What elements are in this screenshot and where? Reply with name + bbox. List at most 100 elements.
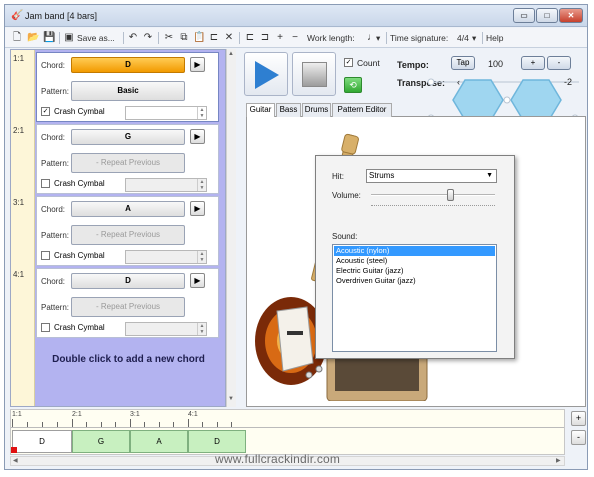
crash-cymbal-checkbox[interactable] bbox=[41, 179, 50, 188]
sound-list[interactable]: Acoustic (nylon) Acoustic (steel) Electr… bbox=[332, 244, 497, 352]
scroll-right-icon[interactable]: ▶ bbox=[556, 457, 561, 464]
play-button[interactable] bbox=[244, 52, 288, 96]
scroll-down-icon[interactable]: ▼ bbox=[228, 396, 234, 402]
save-icon[interactable]: 💾 bbox=[43, 31, 55, 45]
redo-icon[interactable]: ↷ bbox=[142, 31, 154, 45]
chord-card[interactable]: Chord: D ▶ Pattern: - Repeat Previous Cr… bbox=[36, 268, 219, 338]
open-folder-icon[interactable]: 📂 bbox=[27, 31, 39, 45]
scroll-left-icon[interactable]: ◀ bbox=[13, 457, 18, 464]
stepper-arrows-icon[interactable]: ▲ ▼ bbox=[197, 107, 206, 119]
bar-gutter bbox=[11, 50, 35, 406]
play-chord-button[interactable]: ▶ bbox=[190, 57, 205, 72]
help-menu[interactable]: Help bbox=[486, 31, 503, 45]
tab-bass[interactable]: Bass bbox=[276, 103, 301, 117]
chord-card[interactable]: Chord: A ▶ Pattern: - Repeat Previous Cr… bbox=[36, 196, 219, 266]
pattern-selector[interactable]: - Repeat Previous bbox=[71, 297, 185, 317]
paste-icon[interactable]: 📋 bbox=[193, 31, 205, 45]
chord-selector[interactable]: A bbox=[71, 201, 185, 217]
zoom-in-button[interactable]: + bbox=[571, 411, 586, 426]
zoom-out-button[interactable]: - bbox=[571, 430, 586, 445]
timeline-chord-block[interactable]: D bbox=[188, 430, 246, 453]
chord-card[interactable]: Chord: G ▶ Pattern: - Repeat Previous Cr… bbox=[36, 124, 219, 194]
count-checkbox[interactable]: ✓ bbox=[344, 58, 353, 67]
pattern-selector[interactable]: Basic bbox=[71, 81, 185, 101]
chord-label: Chord: bbox=[41, 205, 66, 214]
crash-cymbal-stepper[interactable]: ▲ ▼ bbox=[125, 178, 207, 192]
add-icon[interactable]: + bbox=[274, 31, 286, 45]
crash-cymbal-stepper[interactable]: ▲ ▼ bbox=[125, 322, 207, 336]
playhead-marker[interactable] bbox=[11, 447, 17, 453]
loop-button[interactable]: ⟲ bbox=[344, 77, 362, 93]
crash-cymbal-stepper[interactable]: ▲ ▼ bbox=[125, 106, 207, 120]
transpose-slider-thumb[interactable]: ‹ bbox=[457, 77, 460, 87]
undo-icon[interactable]: ↶ bbox=[127, 31, 139, 45]
toolbar-separator bbox=[123, 32, 124, 44]
stop-button[interactable] bbox=[292, 52, 336, 96]
title-bar: 🎸 Jam band [4 bars] ▭ □ ✕ bbox=[5, 5, 587, 27]
chord-selector[interactable]: D bbox=[71, 273, 185, 289]
timeline-chord-block[interactable]: D bbox=[12, 430, 72, 453]
chord-card[interactable]: Chord: D ▶ Pattern: Basic ✓ Crash Cymbal… bbox=[36, 52, 219, 122]
chord-list[interactable]: 1:1 Chord: D ▶ Pattern: Basic ✓ Crash Cy… bbox=[10, 49, 226, 407]
add-chord-hint[interactable]: Double click to add a new chord bbox=[41, 354, 216, 365]
minimize-button[interactable]: ▭ bbox=[513, 8, 535, 23]
chord-label: Chord: bbox=[41, 61, 66, 70]
copy-icon[interactable]: ⧉ bbox=[178, 31, 190, 45]
chord-selector[interactable]: G bbox=[71, 129, 185, 145]
insert-chord-icon[interactable]: ⊏ bbox=[208, 31, 220, 45]
tab-pattern-editor[interactable]: Pattern Editor bbox=[332, 103, 392, 117]
hit-dropdown[interactable]: Strums ▼ bbox=[366, 169, 497, 183]
stepper-arrows-icon[interactable]: ▲ ▼ bbox=[197, 251, 206, 263]
time-signature-dropdown[interactable]: 4/4 bbox=[457, 31, 469, 45]
timeline-chord-block[interactable]: G bbox=[72, 430, 130, 453]
volume-slider-thumb[interactable] bbox=[447, 189, 455, 201]
delete-icon[interactable]: ✕ bbox=[223, 31, 235, 45]
bar-number: 4:1 bbox=[13, 270, 25, 279]
cut-icon[interactable]: ✂ bbox=[163, 31, 175, 45]
crash-cymbal-checkbox[interactable] bbox=[41, 251, 50, 260]
stepper-arrows-icon[interactable]: ▲ ▼ bbox=[197, 323, 206, 335]
insert-after-icon[interactable]: ⊐ bbox=[259, 31, 271, 45]
timeline-chord-block[interactable]: A bbox=[130, 430, 188, 453]
chord-list-scrollbar[interactable]: ▲ ▼ bbox=[226, 49, 236, 407]
crash-cymbal-stepper[interactable]: ▲ ▼ bbox=[125, 250, 207, 264]
close-button[interactable]: ✕ bbox=[559, 8, 583, 23]
scroll-up-icon[interactable]: ▲ bbox=[228, 51, 234, 57]
crash-cymbal-checkbox[interactable] bbox=[41, 323, 50, 332]
tab-guitar[interactable]: Guitar bbox=[246, 103, 275, 118]
volume-slider[interactable] bbox=[371, 189, 495, 201]
chevron-down-icon[interactable]: ▾ bbox=[472, 31, 476, 45]
sound-list-item[interactable]: Electric Guitar (jazz) bbox=[334, 266, 495, 276]
crash-cymbal-label: Crash Cymbal bbox=[54, 107, 105, 116]
play-chord-button[interactable]: ▶ bbox=[190, 201, 205, 216]
sound-list-item[interactable]: Acoustic (nylon) bbox=[334, 246, 495, 256]
instrument-settings-panel: Hit: Strums ▼ Volume: Sound: Acoustic (n… bbox=[315, 155, 515, 359]
tab-drums[interactable]: Drums bbox=[302, 103, 331, 117]
pattern-selector[interactable]: - Repeat Previous bbox=[71, 225, 185, 245]
maximize-button[interactable]: □ bbox=[536, 8, 558, 23]
remove-icon[interactable]: − bbox=[289, 31, 301, 45]
tempo-increase-button[interactable]: + bbox=[521, 56, 545, 70]
tempo-value[interactable]: 100 bbox=[488, 59, 503, 69]
tap-tempo-button[interactable]: Tap bbox=[451, 56, 475, 70]
timeline[interactable]: 1:1 2:1 3:1 4:1 D G A D bbox=[10, 409, 565, 455]
sound-list-item[interactable]: Overdriven Guitar (jazz) bbox=[334, 276, 495, 286]
instrument-tabs: Guitar Bass Drums Pattern Editor bbox=[246, 103, 586, 118]
tempo-decrease-button[interactable]: - bbox=[547, 56, 571, 70]
save-as-button[interactable]: Save as... bbox=[77, 31, 115, 45]
new-file-icon[interactable]: 🗋 bbox=[11, 31, 23, 45]
ruler-tick bbox=[217, 422, 218, 427]
save-as-icon[interactable]: ▣ bbox=[63, 31, 75, 45]
chevron-down-icon[interactable]: ▾ bbox=[376, 31, 380, 45]
crash-cymbal-checkbox[interactable]: ✓ bbox=[41, 107, 50, 116]
chevron-down-icon[interactable]: ▼ bbox=[486, 170, 493, 182]
play-chord-button[interactable]: ▶ bbox=[190, 129, 205, 144]
stepper-arrows-icon[interactable]: ▲ ▼ bbox=[197, 179, 206, 191]
pattern-selector[interactable]: - Repeat Previous bbox=[71, 153, 185, 173]
chord-selector[interactable]: D bbox=[71, 57, 185, 73]
pattern-label: Pattern: bbox=[41, 231, 70, 240]
sound-list-item[interactable]: Acoustic (steel) bbox=[334, 256, 495, 266]
play-chord-button[interactable]: ▶ bbox=[190, 273, 205, 288]
insert-before-icon[interactable]: ⊏ bbox=[244, 31, 256, 45]
ruler-tick bbox=[159, 422, 160, 427]
